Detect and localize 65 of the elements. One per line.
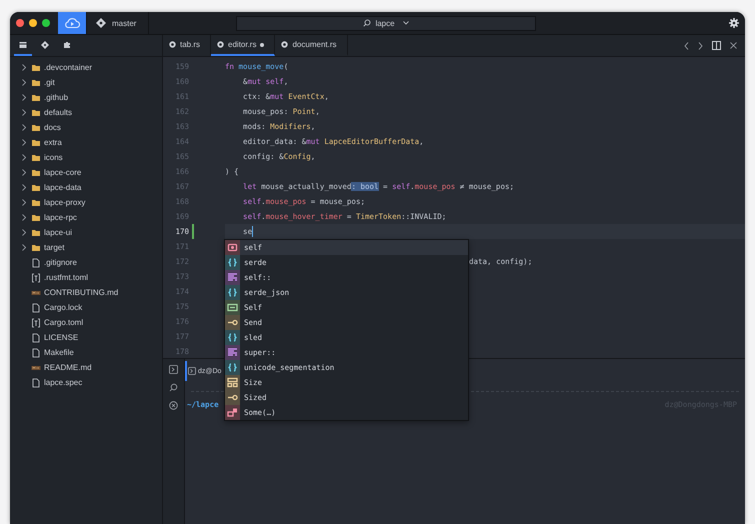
chevron-right-icon[interactable] — [22, 184, 26, 191]
file-icon — [31, 378, 41, 388]
minimize-light[interactable] — [29, 19, 37, 27]
file-icon — [31, 258, 41, 268]
git-branch-icon[interactable] — [96, 18, 106, 28]
chevron-right-icon[interactable] — [22, 94, 26, 101]
terminal-icon[interactable] — [169, 365, 178, 374]
cloud-play-icon — [64, 17, 80, 29]
folder-name[interactable]: lapce-data — [44, 183, 82, 192]
forward-icon[interactable] — [698, 42, 703, 50]
error-icon[interactable] — [169, 401, 178, 410]
chevron-right-icon[interactable] — [22, 64, 26, 71]
folder-name[interactable]: docs — [44, 123, 61, 132]
chevron-down-icon — [403, 21, 410, 25]
back-icon[interactable] — [684, 42, 689, 50]
text-cursor — [252, 226, 254, 237]
close-light[interactable] — [16, 19, 24, 27]
settings-icon[interactable] — [729, 18, 739, 28]
folder-name[interactable]: extra — [44, 138, 62, 147]
chevron-right-icon[interactable] — [22, 139, 26, 146]
folder-name[interactable]: target — [44, 243, 64, 252]
file-name[interactable]: LICENSE — [44, 333, 78, 342]
chevron-right-icon[interactable] — [22, 199, 26, 206]
bracket-icon — [31, 318, 41, 328]
chevron-right-icon[interactable] — [22, 244, 26, 251]
chevron-right-icon[interactable] — [22, 79, 26, 86]
folder-name[interactable]: lapce-core — [44, 168, 82, 177]
chevron-right-icon[interactable] — [22, 169, 26, 176]
branch-name[interactable]: master — [112, 18, 136, 28]
search-field[interactable]: lapce — [375, 18, 400, 28]
chevron-right-icon[interactable] — [22, 154, 26, 161]
folder-name[interactable]: .github — [44, 93, 68, 102]
file-name[interactable]: Makefile — [44, 348, 74, 357]
chevron-right-icon[interactable] — [22, 109, 26, 116]
file-name[interactable]: .gitignore — [44, 258, 77, 267]
file-icon — [31, 302, 41, 312]
editor-tab[interactable]: tab.rs — [163, 35, 212, 56]
split-icon[interactable] — [712, 41, 721, 50]
editor-tab[interactable]: editor.rs — [211, 35, 276, 56]
files-icon — [19, 41, 27, 49]
folder-name[interactable]: .git — [44, 78, 55, 87]
search-icon[interactable] — [169, 383, 178, 392]
bracket-icon — [31, 272, 41, 282]
search-icon — [363, 19, 372, 27]
file-name[interactable]: lapce.spec — [44, 378, 82, 387]
git-icon — [41, 41, 49, 49]
file-name[interactable]: .rustfmt.toml — [44, 273, 88, 282]
file-name[interactable]: CONTRIBUTING.md — [44, 288, 118, 297]
folder-name[interactable]: icons — [44, 153, 63, 162]
zoom-light[interactable] — [42, 19, 50, 27]
chevron-right-icon[interactable] — [22, 124, 26, 131]
editor-tab[interactable]: document.rs — [275, 35, 348, 56]
folder-name[interactable]: defaults — [44, 108, 72, 117]
folder-name[interactable]: lapce-ui — [44, 228, 72, 237]
close-icon[interactable] — [730, 42, 737, 49]
folder-name[interactable]: .devcontainer — [44, 63, 92, 72]
puzzle-icon — [63, 41, 71, 49]
chevron-right-icon[interactable] — [22, 214, 26, 221]
terminal-icon — [188, 367, 196, 375]
folder-name[interactable]: lapce-rpc — [44, 213, 77, 222]
file-name[interactable]: Cargo.lock — [44, 303, 82, 312]
file-name[interactable]: README.md — [44, 363, 92, 372]
folder-name[interactable]: lapce-proxy — [44, 198, 86, 207]
file-name[interactable]: Cargo.toml — [44, 318, 84, 327]
chevron-right-icon[interactable] — [22, 229, 26, 236]
